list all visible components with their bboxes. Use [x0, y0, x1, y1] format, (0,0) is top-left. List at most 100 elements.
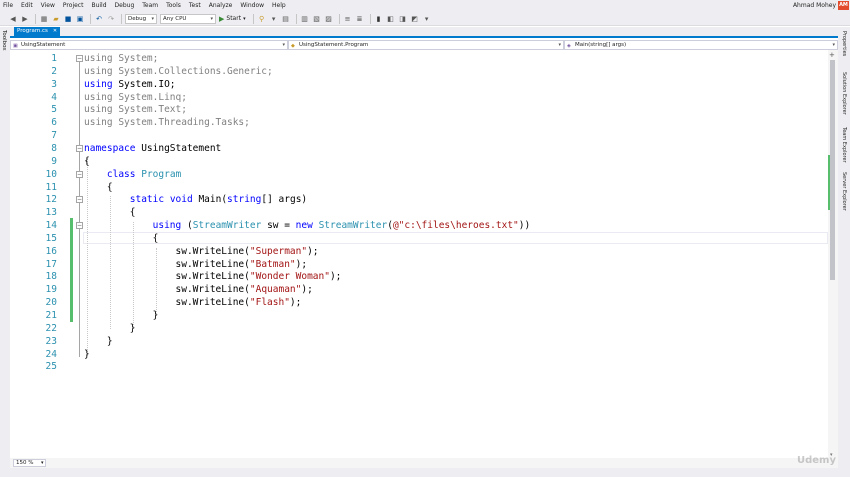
config-select[interactable]: Debug ▾: [125, 13, 157, 24]
csharp-project-icon: ▣: [13, 43, 18, 49]
code-editor[interactable]: 1− using System; 2 using System.Collections…: [10, 50, 828, 458]
code-token: using: [84, 78, 113, 90]
code-line[interactable]: 3 using System.IO;: [10, 78, 828, 91]
code-text: sw.WriteLine("Batman");: [84, 258, 308, 271]
code-token: [] args): [261, 194, 308, 206]
code-line[interactable]: 15 {: [10, 232, 828, 245]
code-line[interactable]: 2 using System.Collections.Generic;: [10, 65, 828, 78]
scrollbar-thumb[interactable]: [830, 60, 835, 280]
new-project-icon[interactable]: ▦: [39, 14, 49, 24]
menu-help[interactable]: Help: [268, 0, 290, 12]
code-line[interactable]: 24}: [10, 348, 828, 361]
toolbar-overflow-icon[interactable]: ▾: [422, 14, 432, 24]
menu-build[interactable]: Build: [87, 0, 110, 12]
server-explorer-tab[interactable]: Server Explorer: [841, 172, 847, 211]
code-line[interactable]: 6 using System.Threading.Tasks;: [10, 116, 828, 129]
code-line[interactable]: 18 sw.WriteLine("Wonder Woman");: [10, 270, 828, 283]
menu-team[interactable]: Team: [138, 0, 162, 12]
code-token: }: [84, 348, 90, 360]
close-icon[interactable]: ✕: [53, 27, 57, 36]
code-line[interactable]: 12 − static void Main(string[] args): [10, 193, 828, 206]
code-line[interactable]: 16 sw.WriteLine("Superman");: [10, 245, 828, 258]
back-icon[interactable]: ◀: [8, 14, 18, 24]
code-line[interactable]: 17 sw.WriteLine("Batman");: [10, 258, 828, 271]
vertical-scrollbar[interactable]: + ▾: [828, 50, 838, 458]
project-dropdown[interactable]: ▣ UsingStatement ▾: [10, 40, 288, 50]
code-text: {: [84, 181, 113, 194]
code-line[interactable]: 8 − namespace UsingStatement: [10, 142, 828, 155]
menu-debug[interactable]: Debug: [111, 0, 139, 12]
menu-edit[interactable]: Edit: [17, 0, 37, 12]
next-bookmark-icon[interactable]: ◨: [398, 14, 408, 24]
code-line[interactable]: 4 using System.Linq;: [10, 91, 828, 104]
comment-icon[interactable]: ≡: [343, 14, 353, 24]
bookmark-icon[interactable]: ▮: [374, 14, 384, 24]
prev-bookmark-icon[interactable]: ◧: [386, 14, 396, 24]
forward-icon[interactable]: ▶: [20, 14, 30, 24]
code-line[interactable]: 19 sw.WriteLine("Aquaman");: [10, 283, 828, 296]
redo-icon[interactable]: ↷: [106, 14, 116, 24]
code-line[interactable]: 13 {: [10, 206, 828, 219]
code-line[interactable]: 1 − using System;: [10, 52, 828, 65]
code-line[interactable]: 21 }: [10, 309, 828, 322]
member-dropdown[interactable]: ◈ Main(string[] args) ▾: [564, 40, 838, 50]
properties-tab[interactable]: Properties: [841, 31, 847, 56]
quick-info-icon[interactable]: ▥: [300, 14, 310, 24]
collapse-icon[interactable]: −: [76, 196, 83, 204]
tab-program-cs[interactable]: Program.cs ✕: [14, 27, 61, 36]
code-line[interactable]: 25: [10, 360, 828, 373]
open-folder-icon[interactable]: ▰: [51, 14, 61, 24]
toolbox-strip: [0, 27, 10, 477]
menu-project[interactable]: Project: [59, 0, 88, 12]
code-line[interactable]: 11 {: [10, 181, 828, 194]
find-icon[interactable]: ⚲: [257, 14, 267, 24]
save-all-icon[interactable]: ▣: [75, 14, 85, 24]
code-line[interactable]: 20 sw.WriteLine("Flash");: [10, 296, 828, 309]
collapse-icon[interactable]: −: [76, 222, 83, 230]
chevron-down-icon[interactable]: ▾: [269, 14, 279, 24]
menu-view[interactable]: View: [37, 0, 59, 12]
avatar[interactable]: AM: [838, 1, 849, 10]
class-icon: ◆: [291, 43, 295, 49]
chevron-down-icon: ▾: [151, 15, 154, 22]
code-line[interactable]: 23 }: [10, 335, 828, 348]
user-name[interactable]: Ahmad Mohey: [793, 0, 836, 12]
collapse-icon[interactable]: −: [76, 55, 83, 62]
clear-bookmarks-icon[interactable]: ◩: [410, 14, 420, 24]
platform-select[interactable]: Any CPU ▾: [160, 13, 216, 24]
code-line[interactable]: 14− using (StreamWriter sw = new StreamW…: [10, 219, 828, 232]
code-map-icon[interactable]: ▤: [281, 14, 291, 24]
code-token: sw.WriteLine(: [84, 245, 250, 257]
code-line[interactable]: 10 − class Program: [10, 168, 828, 181]
undo-icon[interactable]: ↶: [94, 14, 104, 24]
split-icon[interactable]: +: [829, 51, 835, 59]
menu-file[interactable]: File: [0, 0, 17, 12]
save-icon[interactable]: ■: [63, 14, 73, 24]
param-info-icon[interactable]: ▧: [312, 14, 322, 24]
team-explorer-tab[interactable]: Team Explorer: [841, 127, 847, 163]
uncomment-icon[interactable]: ≣: [355, 14, 365, 24]
bottom-tab-strip: [0, 468, 850, 477]
code-line[interactable]: 7: [10, 129, 828, 142]
zoom-select[interactable]: 150 % ▾: [13, 459, 47, 467]
menu-analyze[interactable]: Analyze: [205, 0, 237, 12]
code-line[interactable]: 22 }: [10, 322, 828, 335]
code-text: {: [84, 155, 90, 168]
code-line[interactable]: 5 using System.Text;: [10, 103, 828, 116]
menu-tools[interactable]: Tools: [162, 0, 185, 12]
class-dropdown[interactable]: ◆ UsingStatement.Program ▾: [288, 40, 564, 50]
code-token: sw.WriteLine(: [84, 271, 250, 283]
menu-window[interactable]: Window: [236, 0, 268, 12]
menu-test[interactable]: Test: [185, 0, 205, 12]
code-line[interactable]: 9{: [10, 155, 828, 168]
code-text: }: [84, 348, 90, 361]
start-button[interactable]: ▶ Start ▾: [219, 15, 246, 23]
code-text: using System.Threading.Tasks;: [84, 116, 250, 129]
toolbox-tab[interactable]: Toolbox: [1, 30, 7, 51]
complete-word-icon[interactable]: ▨: [324, 14, 334, 24]
solution-explorer-tab[interactable]: Solution Explorer: [841, 72, 847, 115]
code-token: {: [84, 155, 90, 167]
collapse-icon[interactable]: −: [76, 170, 83, 178]
collapse-icon[interactable]: −: [76, 144, 83, 152]
